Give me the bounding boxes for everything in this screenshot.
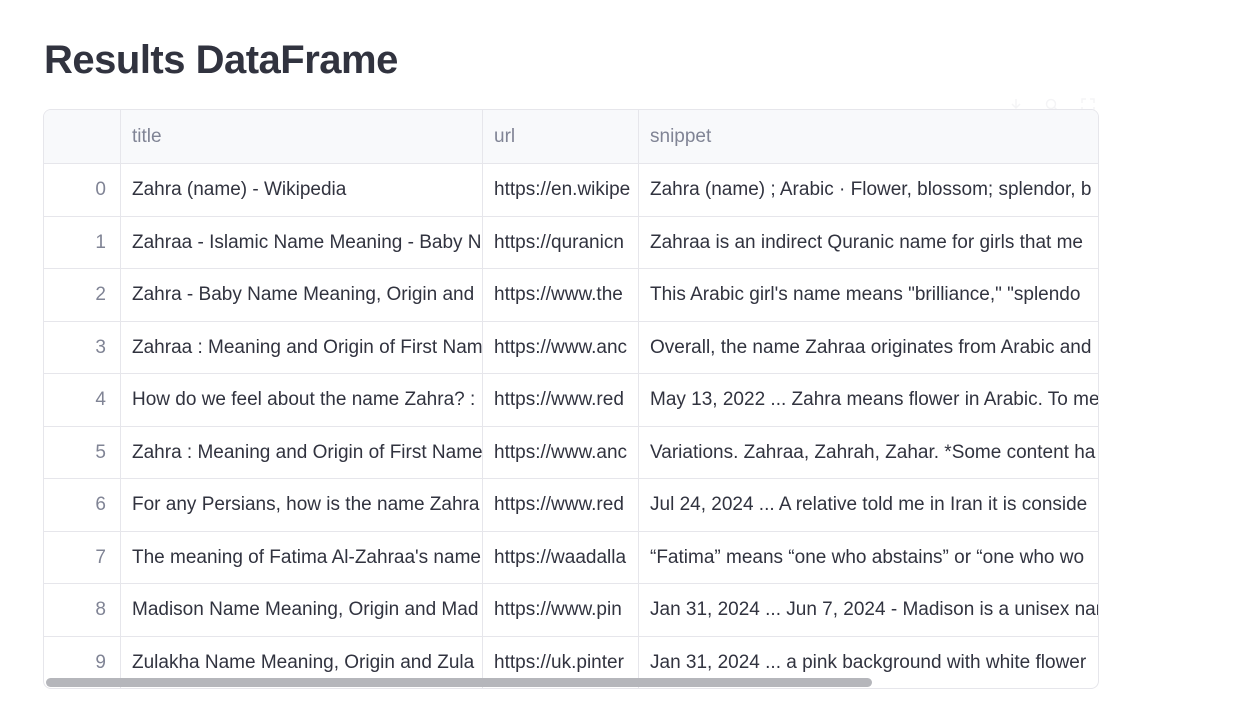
- url-cell[interactable]: https://quranicn: [483, 216, 639, 268]
- row-index-cell[interactable]: 6: [44, 479, 121, 531]
- url-cell[interactable]: https://www.anc: [483, 426, 639, 478]
- row-index-cell[interactable]: 2: [44, 269, 121, 321]
- snippet-cell[interactable]: May 13, 2022 ... Zahra means flower in A…: [639, 374, 1098, 426]
- table-row: 2 Zahra - Baby Name Meaning, Origin and …: [44, 269, 1098, 322]
- table-row: 6 For any Persians, how is the name Zahr…: [44, 479, 1098, 532]
- table-row: 0 Zahra (name) - Wikipedia https://en.wi…: [44, 164, 1098, 217]
- row-index-cell[interactable]: 7: [44, 531, 121, 583]
- snippet-cell[interactable]: Jan 31, 2024 ... Jun 7, 2024 - Madison i…: [639, 584, 1098, 636]
- title-cell[interactable]: Zahraa : Meaning and Origin of First Nam: [121, 321, 483, 373]
- title-cell[interactable]: Zahra (name) - Wikipedia: [121, 164, 483, 216]
- table-row: 4 How do we feel about the name Zahra? :…: [44, 374, 1098, 427]
- row-index-cell[interactable]: 8: [44, 584, 121, 636]
- snippet-cell[interactable]: Overall, the name Zahraa originates from…: [639, 322, 1098, 374]
- title-cell[interactable]: Zahra - Baby Name Meaning, Origin and: [121, 269, 483, 321]
- url-cell[interactable]: https://en.wikipe: [483, 164, 639, 216]
- horizontal-scrollbar[interactable]: [46, 678, 872, 687]
- row-index-cell[interactable]: 1: [44, 216, 121, 268]
- snippet-cell[interactable]: Zahraa is an indirect Quranic name for g…: [639, 217, 1098, 269]
- title-column-header[interactable]: title: [121, 110, 483, 163]
- row-index-cell[interactable]: 5: [44, 426, 121, 478]
- table-row: 3 Zahraa : Meaning and Origin of First N…: [44, 321, 1098, 374]
- url-cell[interactable]: https://waadalla: [483, 531, 639, 583]
- url-cell[interactable]: https://www.the: [483, 269, 639, 321]
- url-cell[interactable]: https://www.pin: [483, 584, 639, 636]
- title-cell[interactable]: Zahra : Meaning and Origin of First Name: [121, 426, 483, 478]
- snippet-cell[interactable]: Variations. Zahraa, Zahrah, Zahar. *Some…: [639, 427, 1098, 479]
- snippet-column-header[interactable]: snippet: [639, 110, 1098, 163]
- url-cell[interactable]: https://www.anc: [483, 321, 639, 373]
- index-column-header[interactable]: [44, 110, 121, 163]
- table-row: 7 The meaning of Fatima Al-Zahraa's name…: [44, 531, 1098, 584]
- table-row: 5 Zahra : Meaning and Origin of First Na…: [44, 426, 1098, 479]
- title-cell[interactable]: Madison Name Meaning, Origin and Mad: [121, 584, 483, 636]
- url-cell[interactable]: https://www.red: [483, 374, 639, 426]
- url-cell[interactable]: https://www.red: [483, 479, 639, 531]
- snippet-cell[interactable]: Zahra (name) ; Arabic · Flower, blossom;…: [639, 164, 1098, 216]
- table-header-row: title url snippet: [44, 110, 1098, 164]
- url-column-header[interactable]: url: [483, 110, 639, 163]
- snippet-cell[interactable]: Jul 24, 2024 ... A relative told me in I…: [639, 479, 1098, 531]
- results-dataframe[interactable]: title url snippet 0 Zahra (name) - Wikip…: [43, 109, 1099, 689]
- snippet-cell[interactable]: This Arabic girl's name means "brillianc…: [639, 269, 1098, 321]
- title-cell[interactable]: How do we feel about the name Zahra? :: [121, 374, 483, 426]
- title-cell[interactable]: Zahraa - Islamic Name Meaning - Baby N: [121, 216, 483, 268]
- row-index-cell[interactable]: 0: [44, 164, 121, 216]
- page-title: Results DataFrame: [44, 38, 398, 82]
- snippet-cell[interactable]: “Fatima” means “one who abstains” or “on…: [639, 532, 1098, 584]
- row-index-cell[interactable]: 4: [44, 374, 121, 426]
- row-index-cell[interactable]: 3: [44, 321, 121, 373]
- table-row: 8 Madison Name Meaning, Origin and Mad h…: [44, 584, 1098, 637]
- table-row: 1 Zahraa - Islamic Name Meaning - Baby N…: [44, 216, 1098, 269]
- title-cell[interactable]: For any Persians, how is the name Zahra: [121, 479, 483, 531]
- title-cell[interactable]: The meaning of Fatima Al-Zahraa's name: [121, 531, 483, 583]
